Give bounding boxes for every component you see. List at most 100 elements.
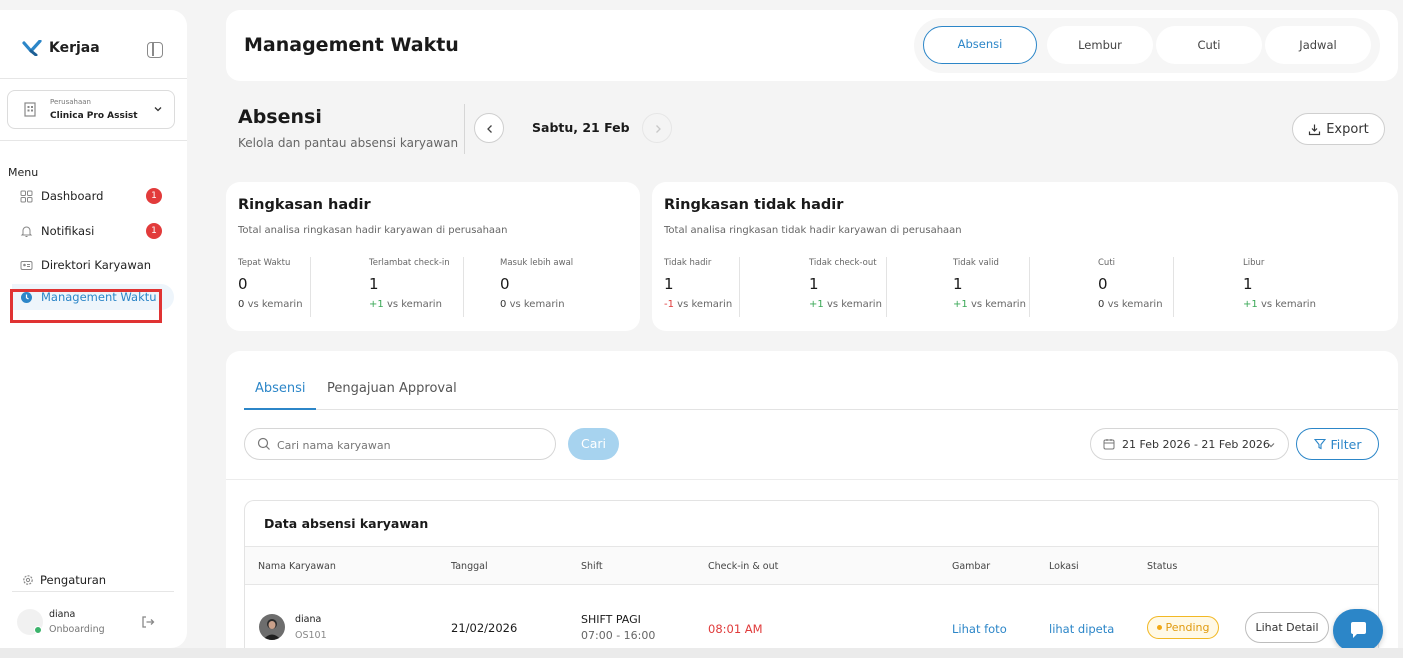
- stat-tidak-valid: Tidak valid 1 +1 vs kemarin: [953, 258, 1026, 310]
- chevron-down-icon: [1267, 443, 1275, 448]
- filter-button[interactable]: Filter: [1296, 428, 1379, 460]
- summary-card-tidak-hadir: Ringkasan tidak hadir Total analisa ring…: [652, 182, 1398, 331]
- column-header: Gambar: [952, 561, 991, 572]
- search-input[interactable]: [277, 435, 547, 455]
- bottom-scroll-area: [0, 648, 1403, 658]
- employee-name: diana: [295, 614, 322, 625]
- logout-icon[interactable]: [140, 614, 156, 630]
- online-status-dot: [34, 626, 42, 634]
- prev-date-button[interactable]: [474, 113, 504, 143]
- stat-delta: -1 vs kemarin: [664, 299, 733, 310]
- chevron-right-icon: [656, 125, 661, 133]
- view-detail-button[interactable]: Lihat Detail: [1245, 612, 1329, 643]
- sidebar-divider: [0, 78, 187, 79]
- shift-name: SHIFT PAGI: [581, 613, 641, 626]
- sidebar-divider: [0, 140, 187, 141]
- download-icon: [1309, 124, 1321, 135]
- stat-divider: [463, 257, 464, 317]
- export-button[interactable]: Export: [1292, 113, 1385, 145]
- column-header: Nama Karyawan: [258, 561, 336, 572]
- tab-cuti[interactable]: Cuti: [1156, 26, 1262, 64]
- search-box: [244, 428, 556, 460]
- panel-tab-pengajuan-approval[interactable]: Pengajuan Approval: [327, 381, 457, 396]
- card-subtitle: Total analisa ringkasan tidak hadir kary…: [664, 225, 962, 236]
- stat-label: Tepat Waktu: [238, 258, 291, 268]
- stat-label: Tidak valid: [953, 258, 999, 268]
- sidebar-item-notifikasi[interactable]: Notifikasi: [20, 220, 94, 242]
- column-header: Tanggal: [451, 561, 488, 572]
- stat-delta: +1 vs kemarin: [953, 299, 1026, 310]
- stat-delta: +1 vs kemarin: [809, 299, 882, 310]
- menu-label: Menu: [8, 166, 39, 179]
- grid-icon: [20, 190, 33, 202]
- stat-tidak-checkout: Tidak check-out 1 +1 vs kemarin: [809, 258, 882, 310]
- chat-icon: [1351, 622, 1366, 638]
- bell-icon: [20, 226, 33, 237]
- stat-libur: Libur 1 +1 vs kemarin: [1243, 258, 1316, 310]
- section-subtitle: Kelola dan pantau absensi karyawan: [238, 136, 459, 150]
- summary-card-hadir: Ringkasan hadir Total analisa ringkasan …: [226, 182, 640, 331]
- sidebar-item-pengaturan[interactable]: Pengaturan: [22, 573, 106, 587]
- sidebar-item-label: Dashboard: [41, 189, 104, 203]
- column-header: Shift: [581, 561, 603, 572]
- attendance-panel: Absensi Pengajuan Approval Cari 21 Feb 2…: [226, 351, 1398, 658]
- gear-icon: [23, 575, 33, 585]
- sidebar-collapse-icon[interactable]: [147, 42, 163, 58]
- stat-delta: 0 vs kemarin: [1098, 299, 1163, 310]
- stat-value: 0: [1098, 275, 1108, 293]
- panel-tab-absensi[interactable]: Absensi: [255, 381, 306, 396]
- tab-jadwal[interactable]: Jadwal: [1265, 26, 1371, 64]
- employee-id: OS101: [295, 630, 327, 641]
- company-selector[interactable]: Perusahaan Clinica Pro Assist: [7, 90, 175, 129]
- stat-divider: [739, 257, 740, 317]
- card-title: Ringkasan tidak hadir: [664, 197, 844, 213]
- user-status: Onboarding: [49, 624, 105, 635]
- status-dot: [1156, 625, 1162, 630]
- tab-lembur[interactable]: Lembur: [1047, 26, 1153, 64]
- attendance-date: 21/02/2026: [451, 621, 518, 635]
- table-header: Nama Karyawan Tanggal Shift Check-in & o…: [245, 546, 1378, 585]
- stat-value: 1: [369, 275, 379, 293]
- page-title: Management Waktu: [244, 34, 459, 56]
- stat-label: Tidak hadir: [664, 258, 712, 268]
- stat-value: 1: [809, 275, 819, 293]
- app-name: Kerjaa: [49, 40, 100, 56]
- tab-absensi[interactable]: Absensi: [923, 26, 1037, 64]
- stat-divider: [886, 257, 887, 317]
- stat-delta: +1 vs kemarin: [369, 299, 442, 310]
- stat-delta: 0 vs kemarin: [500, 299, 565, 310]
- export-label: Export: [1326, 121, 1369, 137]
- app-logo[interactable]: Kerjaa: [22, 40, 100, 56]
- search-button[interactable]: Cari: [568, 428, 619, 460]
- chevron-left-icon: [487, 125, 492, 133]
- checkin-time: 08:01 AM: [708, 622, 763, 636]
- settings-label: Pengaturan: [40, 573, 107, 587]
- next-date-button[interactable]: [642, 113, 672, 143]
- employee-avatar: [259, 614, 285, 640]
- user-name: diana: [49, 609, 76, 620]
- sidebar-divider: [12, 591, 174, 592]
- stat-tidak-hadir: Tidak hadir 1 -1 vs kemarin: [664, 258, 732, 310]
- sidebar-item-direktori-karyawan[interactable]: Direktori Karyawan: [20, 254, 151, 276]
- stat-label: Libur: [1243, 258, 1265, 268]
- stat-value: 0: [500, 275, 510, 293]
- kerjaa-logo-icon: [22, 40, 42, 56]
- stat-terlambat-checkin: Terlambat check-in 1 +1 vs kemarin: [369, 258, 450, 310]
- column-header: Lokasi: [1049, 561, 1079, 572]
- sidebar-item-label: Notifikasi: [41, 224, 95, 238]
- table-title: Data absensi karyawan: [264, 516, 429, 531]
- header-divider: [464, 104, 465, 154]
- date-range-picker[interactable]: 21 Feb 2026 - 21 Feb 2026: [1090, 428, 1289, 460]
- chevron-down-icon: [154, 107, 162, 112]
- chat-button[interactable]: [1333, 609, 1383, 652]
- stat-label: Cuti: [1098, 258, 1116, 268]
- stat-masuk-lebih-awal: Masuk lebih awal 0 0 vs kemarin: [500, 258, 573, 310]
- stat-divider: [1029, 257, 1030, 317]
- sidebar-item-dashboard[interactable]: Dashboard: [20, 185, 103, 207]
- card-title: Ringkasan hadir: [238, 197, 371, 213]
- current-date: Sabtu, 21 Feb: [532, 120, 630, 135]
- stat-delta: 0 vs kemarin: [238, 299, 303, 310]
- view-map-link[interactable]: lihat dipeta: [1049, 622, 1114, 636]
- view-photo-link[interactable]: Lihat foto: [952, 622, 1007, 636]
- notification-badge: 1: [146, 188, 162, 204]
